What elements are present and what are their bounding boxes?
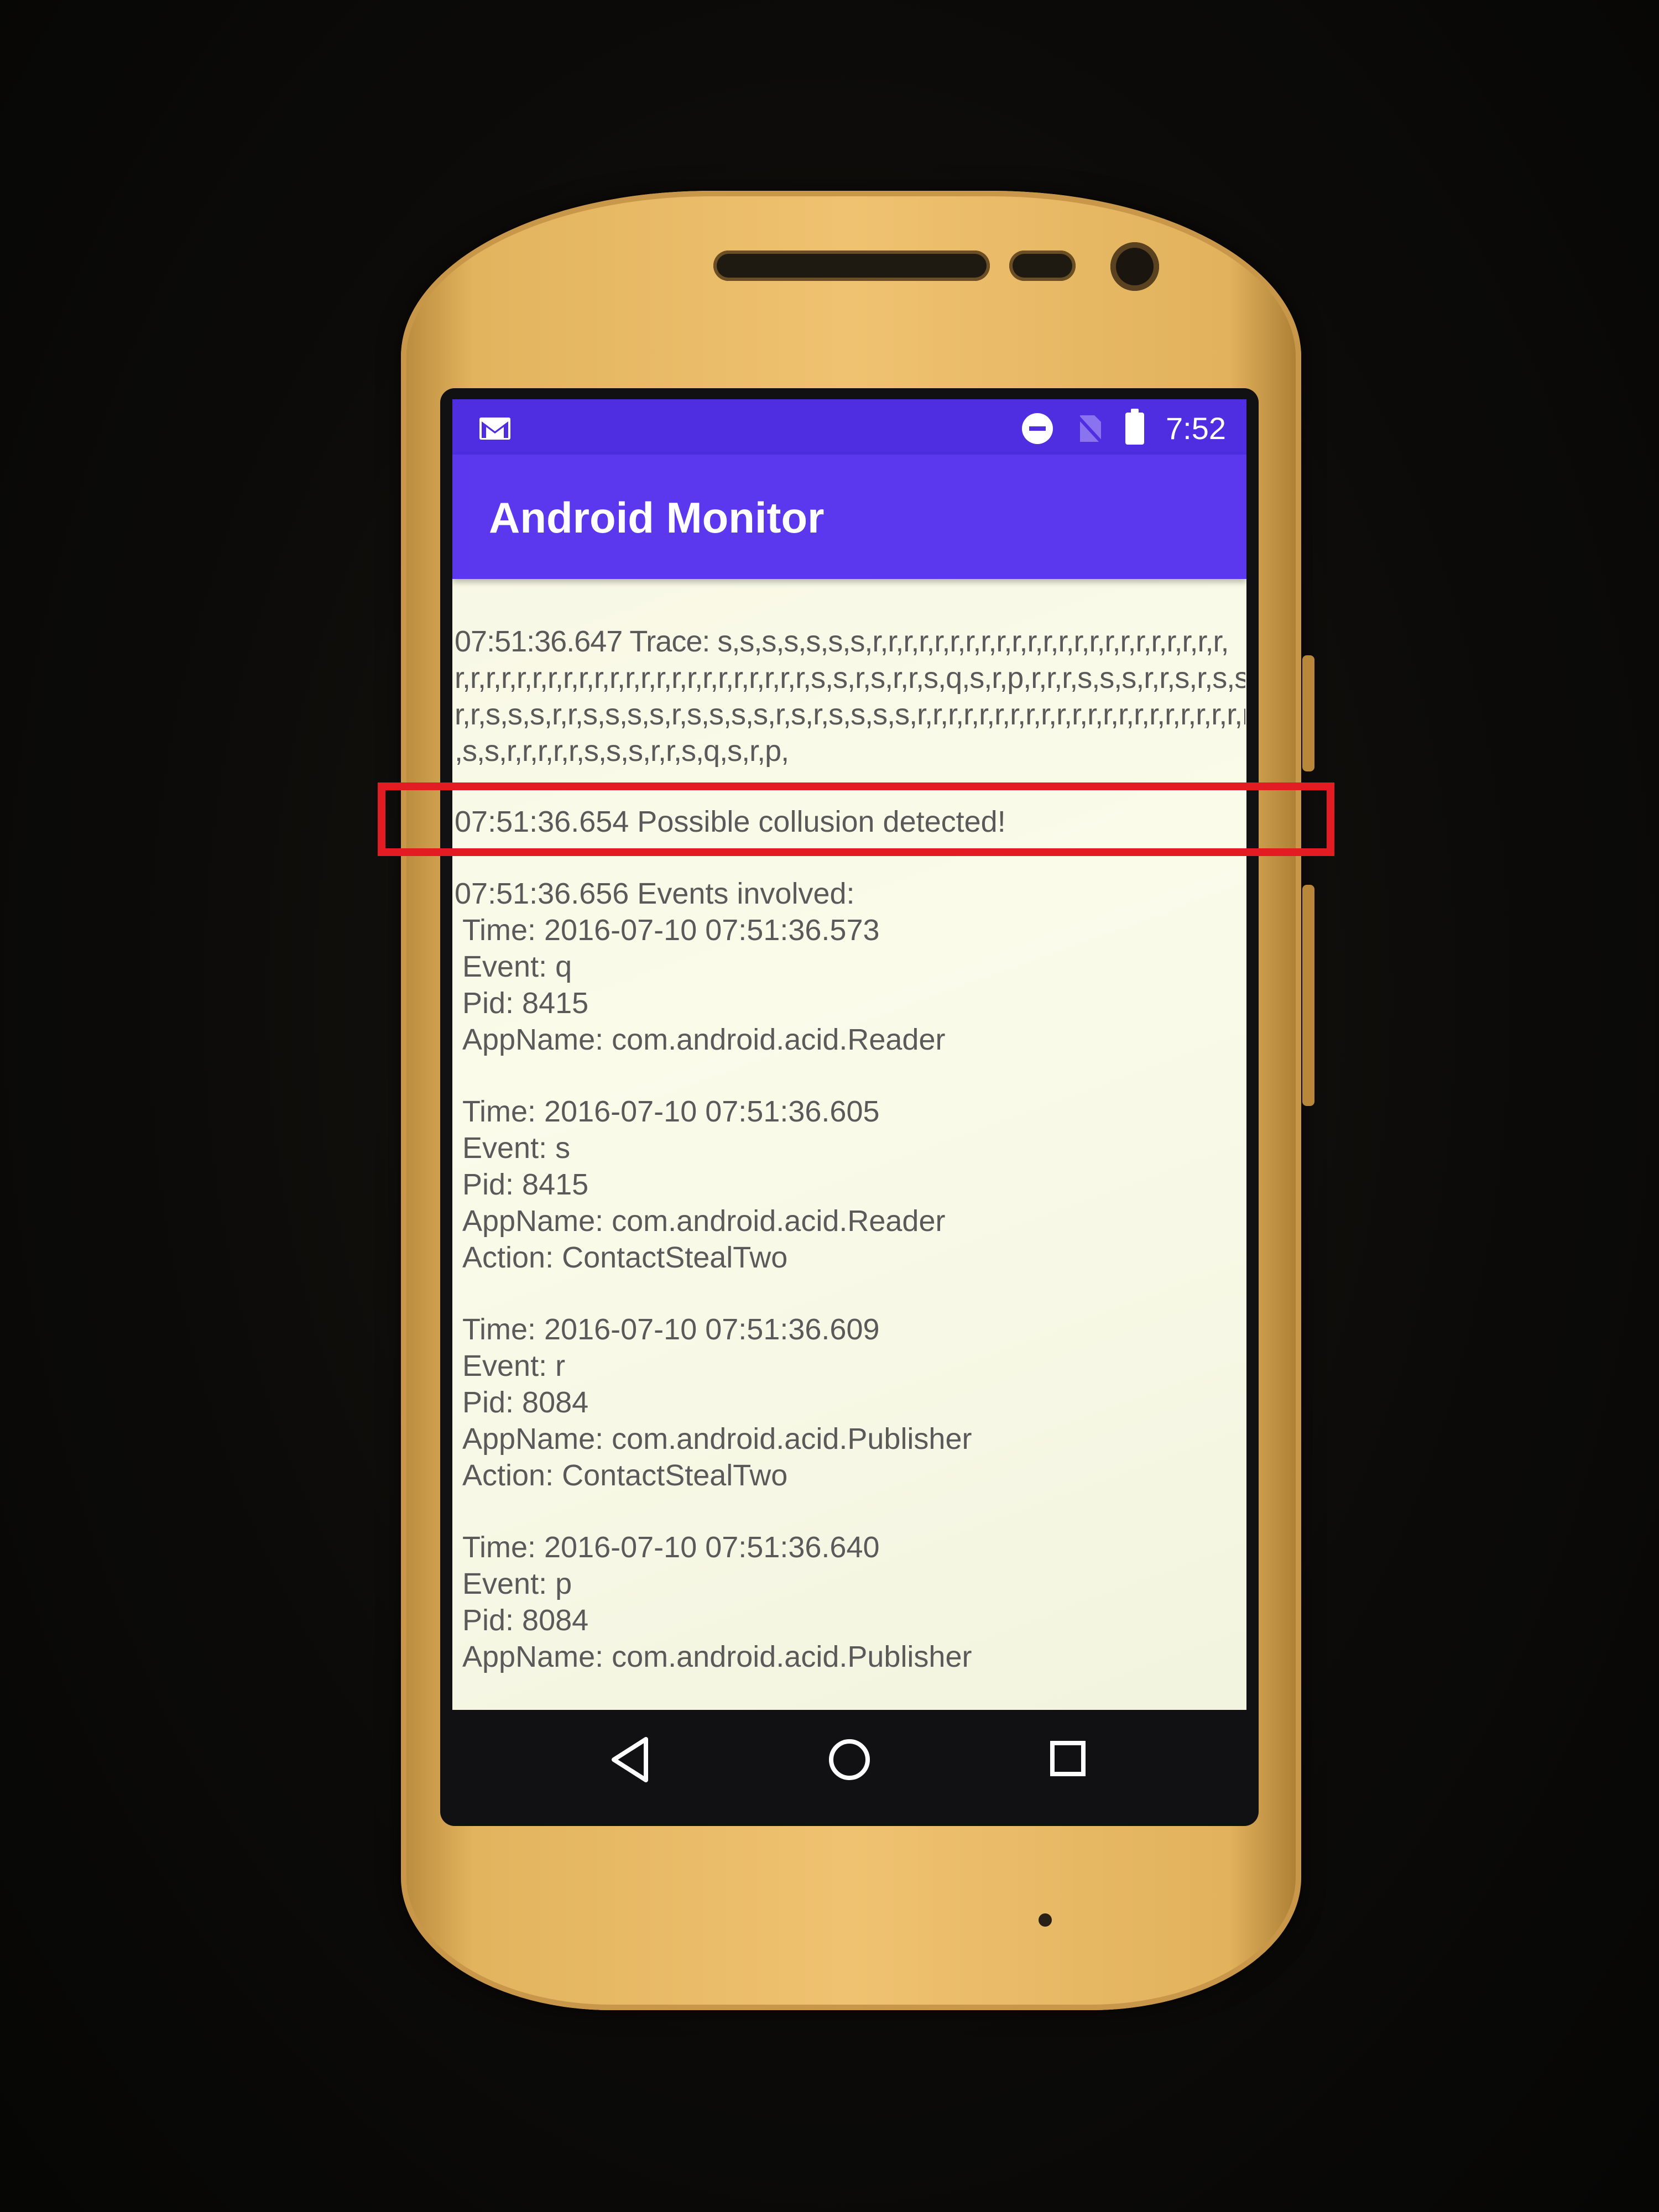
event-action: Action: ContactStealTwo [462, 1241, 788, 1274]
event-time: Time: 2016-07-10 07:51:36.640 [462, 1531, 880, 1564]
event-type: Event: p [462, 1567, 572, 1600]
log-output[interactable]: 07:51:36.647 Trace: s,s,s,s,s,s,s,r,r,r,… [455, 579, 1245, 1679]
phone-screen: 7:52 Android Monitor 07:51:36.647 Trace:… [452, 399, 1246, 1710]
event-pid: Pid: 8084 [462, 1386, 589, 1419]
microphone [1039, 1913, 1052, 1927]
battery-icon [1125, 409, 1144, 445]
event-type: Event: s [462, 1131, 571, 1165]
event-time: Time: 2016-07-10 07:51:36.573 [462, 914, 880, 947]
event-pid: Pid: 8415 [462, 1168, 589, 1201]
event-entry: Time: 2016-07-10 07:51:36.609 Event: r P… [462, 1311, 972, 1494]
status-clock: 7:52 [1166, 411, 1226, 446]
proximity-sensor [1009, 251, 1076, 281]
back-icon[interactable] [607, 1735, 651, 1785]
event-action: Action: ContactStealTwo [462, 1459, 788, 1492]
event-type: Event: r [462, 1349, 566, 1383]
do-not-disturb-icon [1022, 413, 1053, 444]
event-pid: Pid: 8415 [462, 987, 589, 1020]
event-time: Time: 2016-07-10 07:51:36.605 [462, 1095, 880, 1128]
no-sim-icon [1075, 414, 1103, 444]
event-entry: Time: 2016-07-10 07:51:36.640 Event: p P… [462, 1529, 972, 1675]
event-app: AppName: com.android.acid.Publisher [462, 1422, 972, 1455]
event-type: Event: q [462, 950, 572, 983]
front-camera [1110, 242, 1159, 291]
app-title: Android Monitor [489, 493, 825, 542]
trace-line: 07:51:36.647 Trace: s,s,s,s,s,s,s,r,r,r,… [455, 625, 1229, 658]
event-app: AppName: com.android.acid.Reader [462, 1204, 946, 1238]
event-entry: Time: 2016-07-10 07:51:36.605 Event: s P… [462, 1093, 945, 1276]
trace-line: ,s,s,r,r,r,r,r,s,s,s,r,r,s,q,s,r,p, [455, 734, 789, 768]
navigation-bar [452, 1710, 1246, 1815]
events-header: 07:51:36.656 Events involved: [455, 877, 855, 910]
event-time: Time: 2016-07-10 07:51:36.609 [462, 1313, 880, 1346]
trace-line: r,r,r,r,r,r,r,r,r,r,r,r,r,r,r,r,r,r,r,r,… [455, 661, 1245, 695]
app-bar: Android Monitor [452, 455, 1246, 579]
volume-button [1302, 885, 1314, 1106]
event-app: AppName: com.android.acid.Publisher [462, 1640, 972, 1673]
event-app: AppName: com.android.acid.Reader [462, 1023, 946, 1056]
status-bar: 7:52 [452, 399, 1246, 455]
event-entry: Time: 2016-07-10 07:51:36.573 Event: q P… [462, 912, 945, 1058]
power-button [1302, 655, 1314, 771]
earpiece-speaker [713, 251, 990, 281]
gmail-icon [479, 418, 510, 440]
collusion-highlight-box [378, 782, 1334, 856]
trace-line: r,r,s,s,s,r,r,s,s,s,s,r,s,s,s,s,r,s,r,s,… [455, 698, 1245, 731]
event-pid: Pid: 8084 [462, 1604, 589, 1637]
home-icon[interactable] [827, 1738, 872, 1782]
recent-apps-icon[interactable] [1050, 1740, 1086, 1777]
